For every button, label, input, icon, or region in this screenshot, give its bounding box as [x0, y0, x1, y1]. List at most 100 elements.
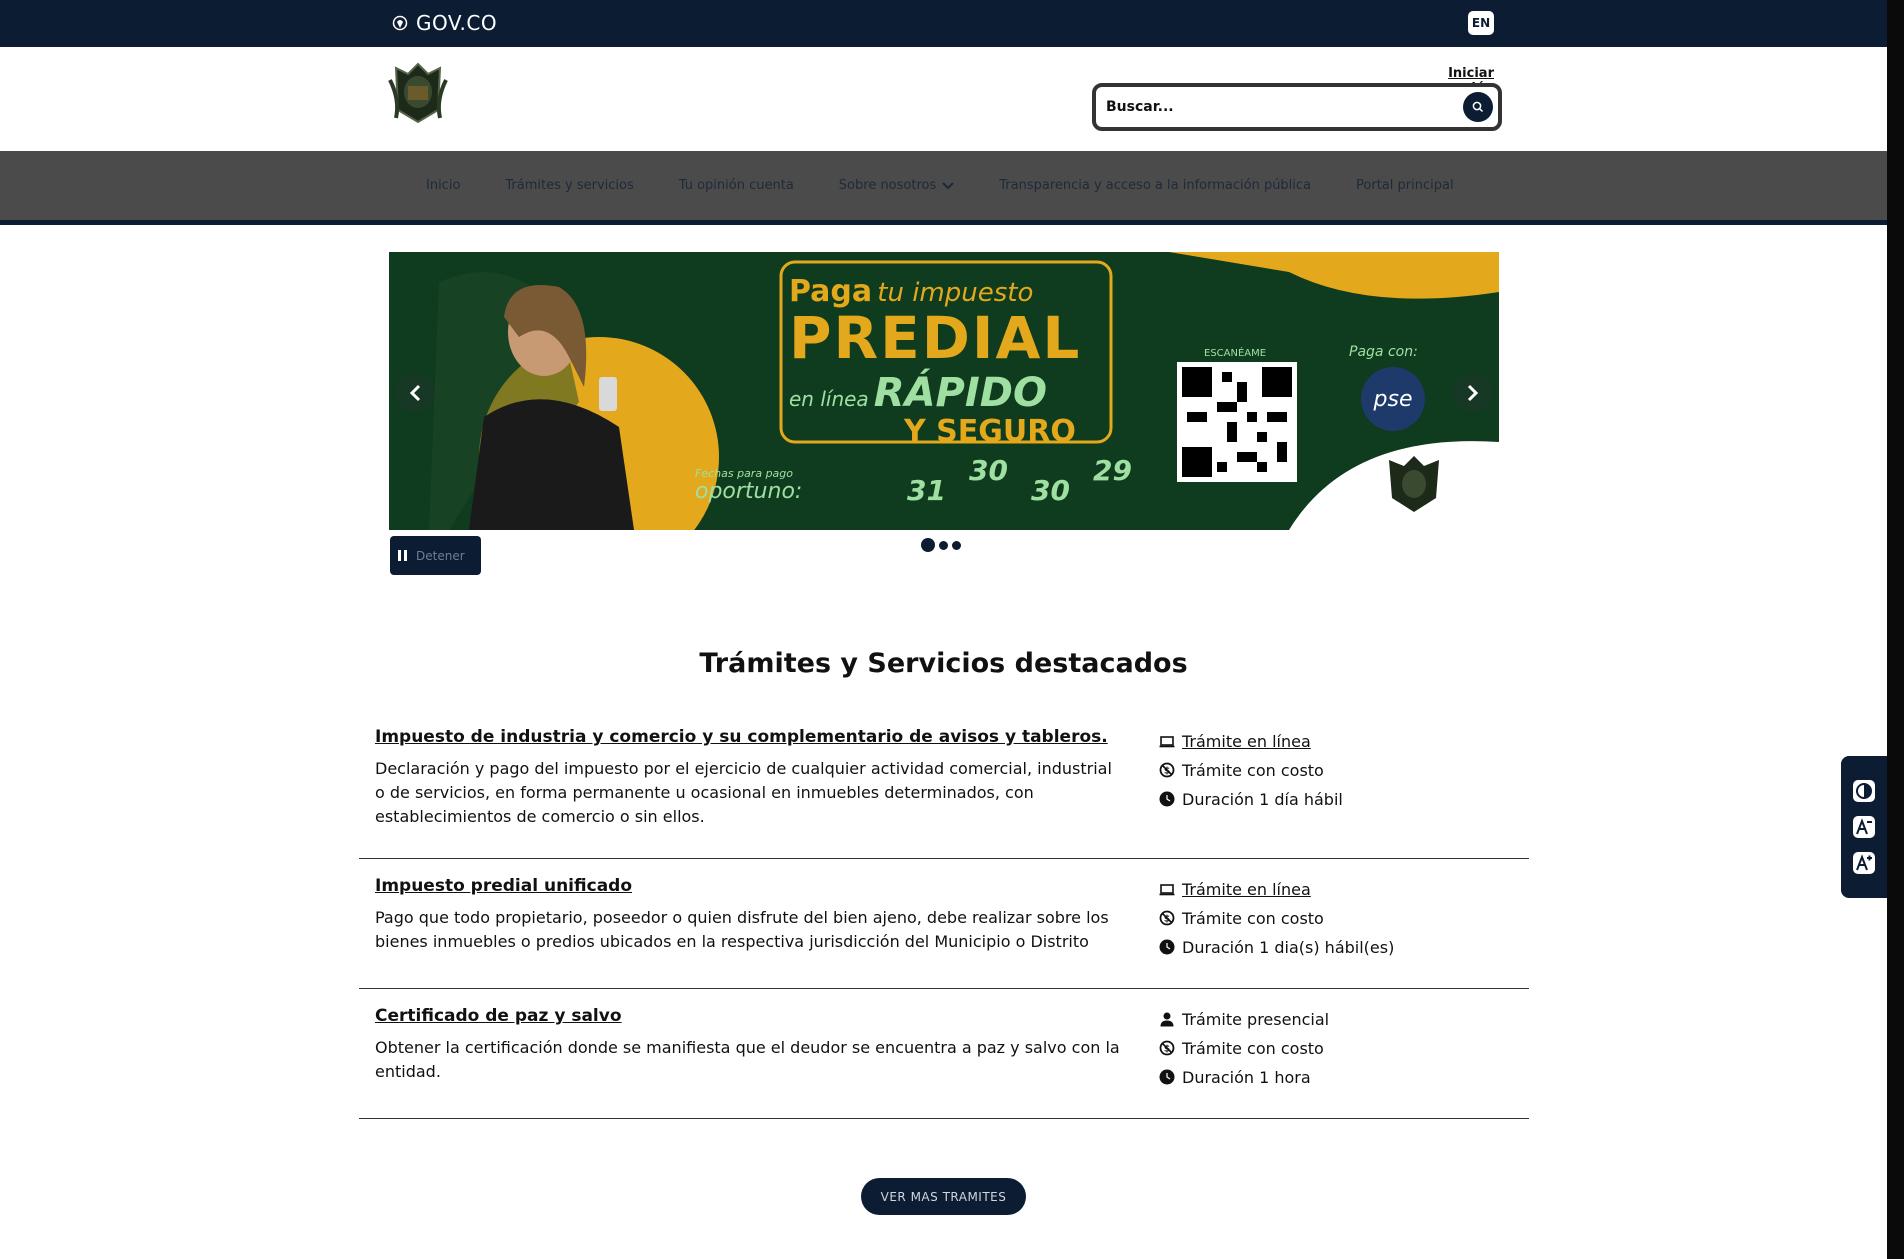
gov-co-logo-text: GOV.CO: [416, 11, 498, 35]
banner-carousel: Paga tu impuesto PREDIAL en línea RÁPIDO…: [389, 252, 1499, 530]
banner-text-en-linea: en línea: [789, 387, 869, 411]
carousel-pause-button[interactable]: Detener: [390, 536, 481, 575]
banner-text-rapido: RÁPIDO: [873, 370, 1047, 416]
gov-co-bar: GOV.CO EN: [0, 0, 1887, 47]
main-navigation: Inicio Trámites y servicios Tu opinión c…: [0, 151, 1887, 225]
banner-pay-with: Paga con:: [1349, 344, 1418, 360]
laptop-icon: [1159, 884, 1175, 896]
service-meta: Trámite presencial $ Trámite con costo D…: [1159, 1007, 1329, 1089]
decrease-font-icon: [1853, 816, 1875, 838]
nav-item-opinion[interactable]: Tu opinión cuenta: [679, 178, 794, 193]
search-button[interactable]: [1463, 92, 1493, 122]
service-title-link[interactable]: Impuesto de industria y comercio y su co…: [375, 727, 1108, 747]
contrast-icon: [1853, 780, 1875, 802]
chevron-left-icon: [409, 384, 421, 402]
nav-item-portal-principal[interactable]: Portal principal: [1356, 178, 1454, 193]
search-icon: [1472, 101, 1484, 113]
banner-dates-label-main: oportuno:: [695, 479, 803, 504]
service-meta-label: Trámite con costo: [1182, 760, 1324, 780]
service-title-link[interactable]: Impuesto predial unificado: [375, 876, 632, 896]
service-meta-label: Trámite con costo: [1182, 908, 1324, 928]
decrease-font-button[interactable]: [1851, 814, 1877, 840]
banner-date-3: 30: [1031, 474, 1070, 507]
banner-date-1: 31: [907, 474, 946, 507]
banner-text-rapido-line: en línea RÁPIDO: [789, 370, 1047, 416]
nav-item-label: Transparencia y acceso a la información …: [999, 178, 1312, 193]
accessibility-panel: [1841, 756, 1887, 898]
chevron-right-icon: [1467, 384, 1479, 402]
service-meta-label: Duración 1 día hábil: [1182, 789, 1343, 809]
carousel-prev-button[interactable]: [395, 373, 435, 413]
no-money-icon: $: [1159, 762, 1175, 778]
qr-code-image: [1177, 362, 1297, 482]
nav-item-label: Inicio: [426, 178, 461, 193]
increase-font-button[interactable]: [1851, 850, 1877, 876]
municipality-coat-of-arms-logo[interactable]: [386, 60, 450, 126]
search-bar: [1092, 83, 1502, 131]
carousel-pause-label: Detener: [416, 548, 465, 563]
gov-co-logo[interactable]: GOV.CO: [392, 11, 497, 35]
service-meta-label: Trámite presencial: [1182, 1009, 1330, 1029]
clock-icon: [1159, 939, 1175, 955]
clock-icon: [1159, 791, 1175, 807]
service-description: Pago que todo propietario, poseedor o qu…: [375, 908, 1109, 951]
contrast-button[interactable]: [1851, 778, 1877, 804]
laptop-icon: [1159, 736, 1175, 748]
pse-logo: pse: [1361, 367, 1425, 431]
service-meta-label: Duración 1 dia(s) hábil(es): [1182, 937, 1395, 957]
service-meta-in-person: Trámite presencial: [1159, 1007, 1329, 1031]
service-meta-cost: $ Trámite con costo: [1159, 758, 1343, 782]
service-item: Certificado de paz y salvo Obtener la ce…: [359, 989, 1529, 1119]
carousel-indicators: [921, 538, 961, 552]
service-meta-duration: Duración 1 hora: [1159, 1065, 1329, 1089]
clock-icon: [1159, 1069, 1175, 1085]
pse-logo-text: pse: [1373, 386, 1413, 412]
nav-item-inicio[interactable]: Inicio: [426, 178, 460, 193]
nav-menu: Inicio Trámites y servicios Tu opinión c…: [426, 151, 1454, 220]
window-edge: [1887, 0, 1904, 1259]
pause-icon: [398, 550, 407, 561]
banner-municipality-seal: [1389, 456, 1439, 512]
see-more-tramites-button[interactable]: VER MAS TRAMITES: [861, 1178, 1026, 1215]
nav-item-label: Trámites y servicios: [505, 178, 634, 193]
banner-date-2: 30: [969, 454, 1008, 487]
service-item: Impuesto predial unificado Pago que todo…: [359, 859, 1529, 989]
nav-item-transparencia[interactable]: Transparencia y acceso a la información …: [999, 178, 1311, 193]
carousel-indicator-2[interactable]: [939, 540, 948, 550]
service-meta-duration: Duración 1 día hábil: [1159, 787, 1343, 811]
service-meta-duration: Duración 1 dia(s) hábil(es): [1159, 935, 1394, 959]
banner-qr-label: ESCANÉAME: [1204, 348, 1267, 359]
no-money-icon: $: [1159, 1040, 1175, 1056]
carousel-indicator-1[interactable]: [921, 538, 935, 552]
banner-dates-label: Fechas para pago oportuno:: [695, 465, 803, 504]
language-toggle-button[interactable]: EN: [1468, 11, 1494, 35]
service-description: Declaración y pago del impuesto por el e…: [375, 759, 1112, 826]
banner-text-y-seguro: Y SEGURO: [904, 414, 1076, 449]
service-meta-label: Trámite con costo: [1182, 1038, 1324, 1058]
site-header: Iniciar sesión: [0, 47, 1887, 151]
service-meta-cost: $ Trámite con costo: [1159, 1036, 1329, 1060]
carousel-next-button[interactable]: [1453, 373, 1493, 413]
increase-font-icon: [1853, 852, 1875, 874]
service-title-link[interactable]: Certificado de paz y salvo: [375, 1006, 622, 1026]
carousel-indicator-3[interactable]: [952, 540, 961, 550]
service-meta-online[interactable]: Trámite en línea: [1159, 877, 1394, 901]
service-meta-online[interactable]: Trámite en línea: [1159, 729, 1343, 753]
service-description: Obtener la certificación donde se manifi…: [375, 1038, 1120, 1081]
banner-person-image: [449, 277, 649, 530]
person-icon: [1160, 1012, 1174, 1027]
nav-item-label: Sobre nosotros: [838, 178, 937, 193]
banner-text-predial: PREDIAL: [789, 304, 1082, 372]
nav-item-sobre-nosotros[interactable]: Sobre nosotros: [838, 178, 955, 193]
service-item: Impuesto de industria y comercio y su co…: [359, 715, 1529, 859]
no-money-icon: $: [1159, 910, 1175, 926]
chevron-down-icon: [942, 181, 955, 190]
service-meta-label: Duración 1 hora: [1182, 1067, 1311, 1087]
service-meta: Trámite en línea $ Trámite con costo Dur…: [1159, 877, 1394, 959]
service-meta-label: Trámite en línea: [1182, 879, 1311, 899]
nav-item-tramites[interactable]: Trámites y servicios: [505, 178, 633, 193]
banner-date-4: 29: [1093, 454, 1132, 487]
service-meta: Trámite en línea $ Trámite con costo Dur…: [1159, 729, 1343, 811]
section-title: Trámites y Servicios destacados: [699, 648, 1188, 679]
search-input[interactable]: [1106, 99, 1446, 115]
